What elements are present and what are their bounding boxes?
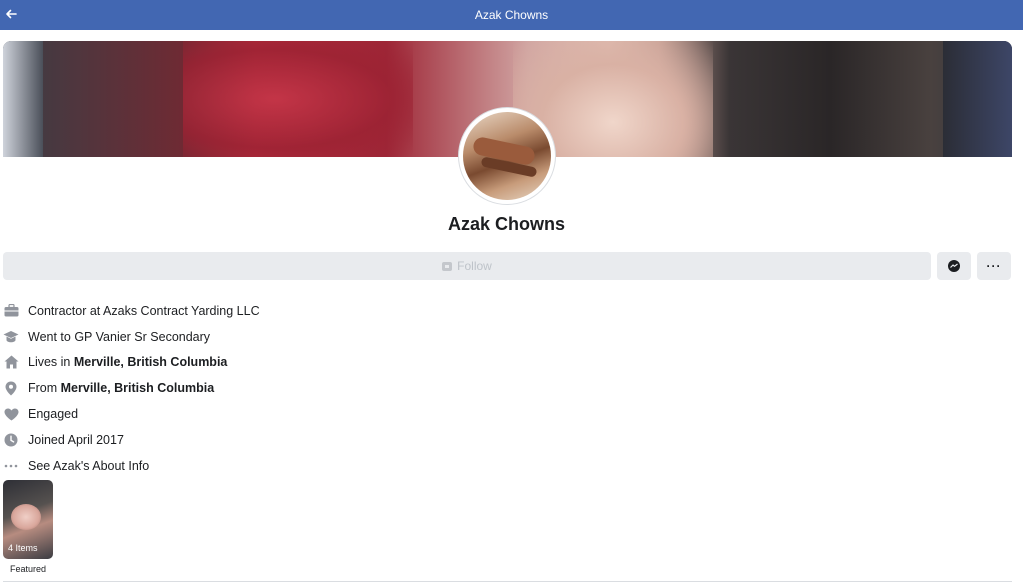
follow-button-label: Follow — [457, 259, 492, 273]
intro-item-relationship: Engaged — [3, 401, 603, 427]
intro-item-text: From Merville, British Columbia — [28, 381, 215, 396]
profile-picture[interactable] — [459, 108, 555, 204]
section-divider — [3, 581, 1012, 582]
cover-photo-region — [183, 41, 413, 157]
top-bar: Azak Chowns — [0, 0, 1023, 30]
messenger-icon — [948, 260, 960, 272]
intro-item-text: Engaged — [28, 407, 79, 422]
intro-item-text: Contractor at Azaks Contract Yarding LLC — [28, 303, 260, 318]
intro-item-text: Joined April 2017 — [28, 432, 124, 447]
ellipsis-icon — [3, 458, 19, 474]
profile-name: Azak Chowns — [447, 214, 566, 234]
intro-item-joined: Joined April 2017 — [3, 427, 603, 453]
back-arrow-icon[interactable] — [2, 4, 20, 24]
clock-icon — [3, 432, 19, 448]
page-title: Azak Chowns — [474, 8, 549, 22]
featured-collection: 4 Items Featured — [3, 480, 53, 574]
see-about-info-link[interactable]: See Azak's About Info — [3, 453, 603, 479]
briefcase-icon — [3, 303, 19, 319]
intro-list: Contractor at Azaks Contract Yarding LLC… — [3, 298, 603, 479]
intro-item-education: Went to GP Vanier Sr Secondary — [3, 324, 603, 350]
featured-photo-image — [11, 504, 41, 530]
heart-icon — [3, 406, 19, 422]
featured-item-count: 4 Items — [8, 543, 38, 553]
location-pin-icon — [3, 380, 19, 396]
home-icon — [3, 354, 19, 370]
messenger-button[interactable] — [937, 252, 971, 280]
featured-thumbnail[interactable]: 4 Items — [3, 480, 53, 559]
follow-icon — [442, 261, 453, 271]
more-options-icon: ··· — [986, 259, 1002, 273]
follow-button[interactable]: Follow — [3, 252, 931, 280]
intro-item-current-city: Lives in Merville, British Columbia — [3, 350, 603, 376]
featured-label: Featured — [9, 564, 47, 574]
intro-item-text: See Azak's About Info — [28, 458, 150, 473]
intro-item-work: Contractor at Azaks Contract Yarding LLC — [3, 298, 603, 324]
intro-item-text: Lives in Merville, British Columbia — [28, 355, 228, 370]
intro-item-text: Went to GP Vanier Sr Secondary — [28, 329, 211, 344]
profile-photo-image — [463, 112, 551, 200]
more-options-button[interactable]: ··· — [977, 252, 1011, 280]
cover-photo-region — [3, 41, 43, 157]
cover-photo-region — [943, 41, 1012, 157]
intro-item-hometown: From Merville, British Columbia — [3, 375, 603, 401]
graduation-cap-icon — [3, 329, 19, 345]
